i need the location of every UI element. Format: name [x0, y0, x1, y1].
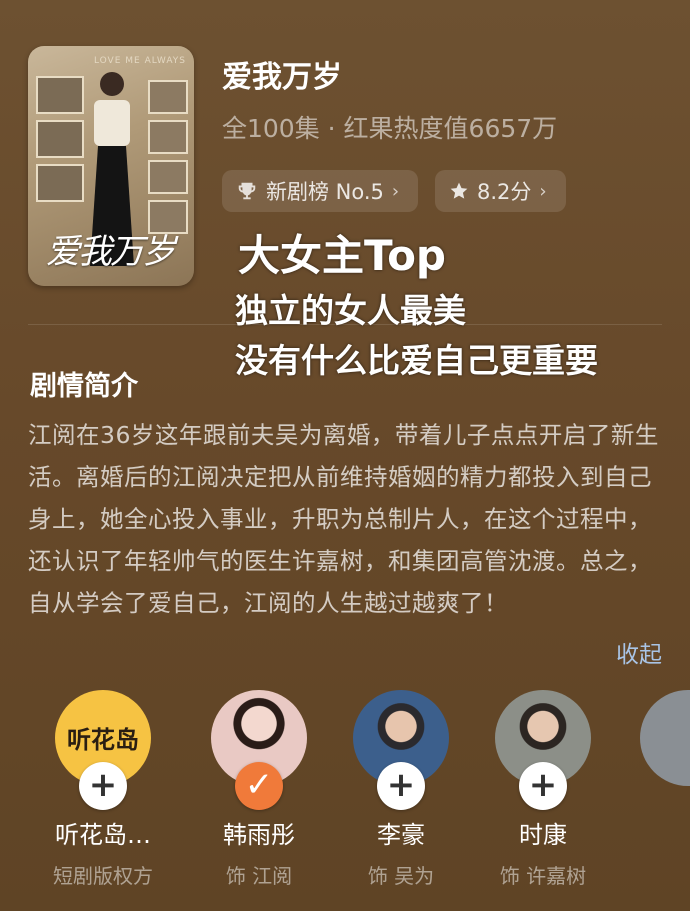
- show-meta: 全100集 · 红果热度值6657万: [222, 114, 558, 143]
- chevron-right-icon: ›: [539, 180, 547, 202]
- cast-member[interactable]: ✓ 韩雨彤 饰 江阅: [194, 690, 324, 888]
- cast-member[interactable]: + 李豪 饰 吴为: [336, 690, 466, 888]
- show-poster[interactable]: LOVE ME ALWAYS 爱我万岁: [28, 46, 194, 286]
- poster-title-art: 爱我万岁: [46, 232, 176, 272]
- cast-role: 饰 吴为: [367, 864, 435, 888]
- cast-name: 时康: [519, 821, 567, 849]
- trophy-icon: [236, 180, 258, 202]
- synopsis-title: 剧情简介: [30, 371, 138, 402]
- score-pill[interactable]: 8.2分 ›: [435, 170, 566, 212]
- cast-name: 听花岛…: [55, 821, 151, 849]
- cast-name: 韩雨彤: [223, 821, 295, 849]
- cast-list[interactable]: 听花岛 + 听花岛… 短剧版权方 ✓ 韩雨彤 饰 江阅 + 李豪 饰 吴为 + …: [0, 690, 690, 890]
- poster-frames-left: [36, 76, 84, 226]
- cast-role: 饰 许嘉树: [499, 864, 587, 888]
- cast-role: 饰 江阅: [225, 864, 293, 888]
- overlay-caption-2: 独立的女人最美: [235, 291, 466, 330]
- overlay-caption-1: 大女主Top: [238, 231, 446, 280]
- collapse-link[interactable]: 收起: [616, 635, 662, 669]
- cast-member[interactable]: 听花岛 + 听花岛… 短剧版权方: [38, 690, 168, 888]
- poster-tagline: LOVE ME ALWAYS: [93, 56, 186, 66]
- followed-check-button[interactable]: ✓: [235, 762, 283, 810]
- synopsis-text: 江阅在36岁这年跟前夫吴为离婚，带着儿子点点开启了新生活。离婚后的江阅决定把从前…: [28, 421, 659, 617]
- score-label: 8.2分: [477, 180, 532, 204]
- poster-frames-right: [148, 80, 188, 240]
- follow-button[interactable]: +: [377, 762, 425, 810]
- rank-label: 新剧榜 No.5: [266, 180, 384, 204]
- avatar-logo-text: 听花岛: [67, 726, 139, 754]
- cast-name: 李豪: [377, 821, 425, 849]
- follow-button[interactable]: +: [519, 762, 567, 810]
- avatar: [640, 690, 690, 786]
- show-title: 爱我万岁: [222, 60, 342, 95]
- cast-member[interactable]: + 时康 饰 许嘉树: [478, 690, 608, 888]
- follow-button[interactable]: +: [79, 762, 127, 810]
- chevron-right-icon: ›: [391, 180, 400, 202]
- star-icon: [449, 181, 469, 201]
- rank-pill[interactable]: 新剧榜 No.5 ›: [222, 170, 418, 212]
- cast-member-partial[interactable]: 赵 饰: [625, 690, 690, 786]
- cast-role: 短剧版权方: [53, 864, 153, 888]
- overlay-caption-3: 没有什么比爱自己更重要: [235, 341, 598, 380]
